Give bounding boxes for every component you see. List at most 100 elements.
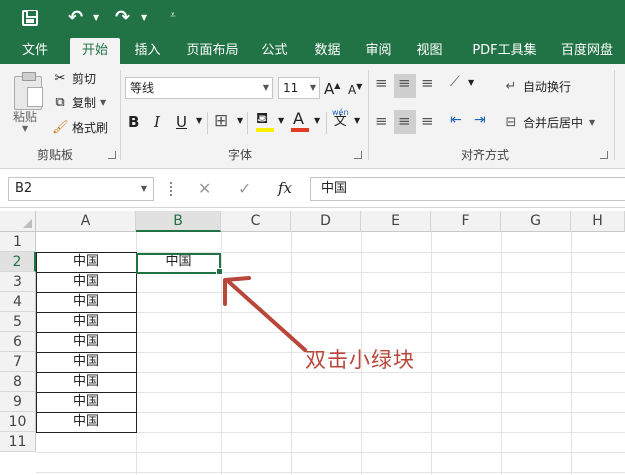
font-color-dropdown-icon[interactable]: ▼ xyxy=(314,116,320,125)
font-size-select[interactable]: 11 ▼ xyxy=(278,77,320,99)
tab-file[interactable]: 文件 xyxy=(10,38,60,64)
font-color-icon[interactable]: A xyxy=(293,109,304,128)
column-header-a[interactable]: A xyxy=(36,211,136,232)
borders-icon[interactable]: ⊞ xyxy=(214,111,228,131)
increase-indent-icon[interactable]: ⇥ xyxy=(474,112,486,128)
gridline xyxy=(571,232,572,475)
clipboard-launcher-icon[interactable] xyxy=(108,151,116,159)
align-bottom-icon[interactable]: ≡ xyxy=(421,74,434,92)
name-box[interactable]: B2 ▼ xyxy=(8,177,154,201)
cell-a3[interactable]: 中国 xyxy=(36,272,136,292)
merge-dropdown-icon[interactable]: ▼ xyxy=(589,118,595,127)
row-header-3[interactable]: 3 xyxy=(0,272,36,292)
undo-dropdown-icon[interactable]: ▼ xyxy=(93,13,99,22)
column-header-d[interactable]: D xyxy=(291,211,361,232)
row-header-1[interactable]: 1 xyxy=(0,232,36,252)
tab-page-layout[interactable]: 页面布局 xyxy=(180,38,245,64)
cell-a7[interactable]: 中国 xyxy=(36,352,136,372)
row-header-11[interactable]: 11 xyxy=(0,432,36,452)
column-header-c[interactable]: C xyxy=(221,211,291,232)
column-header-h[interactable]: H xyxy=(571,211,625,232)
decrease-font-size-button[interactable]: A▼ xyxy=(348,82,362,97)
chevron-down-icon: ▼ xyxy=(309,83,316,92)
cell-a10[interactable]: 中国 xyxy=(36,412,136,432)
cell-a2[interactable]: 中国 xyxy=(36,252,136,272)
formula-input[interactable]: 中国 xyxy=(310,177,625,201)
tab-formulas[interactable]: 公式 xyxy=(252,38,297,64)
annotation-text: 双击小绿块 xyxy=(305,348,415,372)
cell-a6[interactable]: 中国 xyxy=(36,332,136,352)
drag-handle[interactable] xyxy=(170,182,173,196)
paste-dropdown-icon[interactable]: ▼ xyxy=(22,124,28,133)
tab-pdf-tools[interactable]: PDF工具集 xyxy=(462,38,547,64)
undo-icon[interactable]: ↶ xyxy=(68,7,83,28)
tab-view[interactable]: 视图 xyxy=(407,38,452,64)
select-all-button[interactable] xyxy=(0,211,36,232)
font-name-select[interactable]: 等线 ▼ xyxy=(125,77,273,99)
paste-label[interactable]: 粘贴 xyxy=(13,108,37,125)
tab-review[interactable]: 审阅 xyxy=(356,38,401,64)
cell-a8[interactable]: 中国 xyxy=(36,372,136,392)
cell-a5[interactable]: 中国 xyxy=(36,312,136,332)
merge-center-button[interactable]: ⊟ 合并后居中 ▼ xyxy=(503,114,596,131)
fill-color-icon[interactable]: ⛾ xyxy=(256,109,268,129)
orientation-icon[interactable]: ⟋ xyxy=(450,74,460,90)
save-icon[interactable] xyxy=(22,10,38,26)
row-header-6[interactable]: 6 xyxy=(0,332,36,352)
row-header-5[interactable]: 5 xyxy=(0,312,36,332)
tab-home[interactable]: 开始 xyxy=(70,38,120,64)
underline-dropdown-icon[interactable]: ▼ xyxy=(196,116,202,125)
column-header-f[interactable]: F xyxy=(431,211,501,232)
row-header-7[interactable]: 7 xyxy=(0,352,36,372)
alignment-launcher-icon[interactable] xyxy=(600,151,608,159)
customize-toolbar-icon[interactable]: ⩡ xyxy=(170,10,176,21)
column-header-e[interactable]: E xyxy=(361,211,431,232)
italic-button[interactable]: I xyxy=(154,113,160,131)
paste-icon[interactable] xyxy=(14,72,43,110)
align-center-icon[interactable]: ≡ xyxy=(398,112,411,130)
phonetic-dropdown-icon[interactable]: ▼ xyxy=(354,116,360,125)
redo-dropdown-icon[interactable]: ▼ xyxy=(141,13,147,22)
wrap-text-button[interactable]: ↵ 自动换行 xyxy=(503,78,571,95)
row-header-2[interactable]: 2 xyxy=(0,252,36,272)
format-painter-button[interactable]: 🖌 格式刷 xyxy=(52,119,108,136)
bold-button[interactable]: B xyxy=(128,113,139,131)
decrease-indent-icon[interactable]: ⇤ xyxy=(450,112,462,128)
clipboard-group-label: 剪贴板 xyxy=(36,148,73,162)
cancel-icon[interactable]: ✕ xyxy=(198,179,211,198)
copy-dropdown-icon[interactable]: ▼ xyxy=(100,98,106,107)
row-header-8[interactable]: 8 xyxy=(0,372,36,392)
active-cell-outline xyxy=(136,253,221,274)
cell-a4[interactable]: 中国 xyxy=(36,292,136,312)
copy-button[interactable]: ⧉ 复制 ▼ xyxy=(52,94,106,111)
orientation-dropdown-icon[interactable]: ▼ xyxy=(468,78,474,87)
fill-color-dropdown-icon[interactable]: ▼ xyxy=(278,116,284,125)
insert-function-icon[interactable]: fx xyxy=(278,179,292,197)
underline-button[interactable]: U xyxy=(176,113,187,131)
column-header-b[interactable]: B xyxy=(136,211,221,232)
redo-icon[interactable]: ↷ xyxy=(115,7,130,28)
enter-icon[interactable]: ✓ xyxy=(238,179,251,198)
align-right-icon[interactable]: ≡ xyxy=(421,112,434,130)
divider xyxy=(207,112,208,134)
increase-font-size-button[interactable]: A▲ xyxy=(324,80,340,98)
align-left-icon[interactable]: ≡ xyxy=(375,112,388,130)
borders-dropdown-icon[interactable]: ▼ xyxy=(237,116,243,125)
row-header-9[interactable]: 9 xyxy=(0,392,36,412)
divider xyxy=(247,112,248,134)
align-middle-icon[interactable]: ≡ xyxy=(398,74,411,92)
row-header-10[interactable]: 10 xyxy=(0,412,36,432)
tab-baidu-netdisk[interactable]: 百度网盘 xyxy=(552,38,622,64)
font-group-label: 字体 xyxy=(227,148,252,162)
align-top-icon[interactable]: ≡ xyxy=(375,74,388,92)
cut-button[interactable]: ✂ 剪切 xyxy=(52,70,96,87)
tab-insert[interactable]: 插入 xyxy=(125,38,170,64)
phonetic-guide-icon[interactable]: wén 文 xyxy=(332,108,349,128)
column-header-g[interactable]: G xyxy=(501,211,571,232)
tab-data[interactable]: 数据 xyxy=(305,38,350,64)
row-header-4[interactable]: 4 xyxy=(0,292,36,312)
name-box-value: B2 xyxy=(15,181,33,196)
wrap-text-icon: ↵ xyxy=(505,79,517,94)
cell-a9[interactable]: 中国 xyxy=(36,392,136,412)
font-launcher-icon[interactable] xyxy=(354,151,362,159)
